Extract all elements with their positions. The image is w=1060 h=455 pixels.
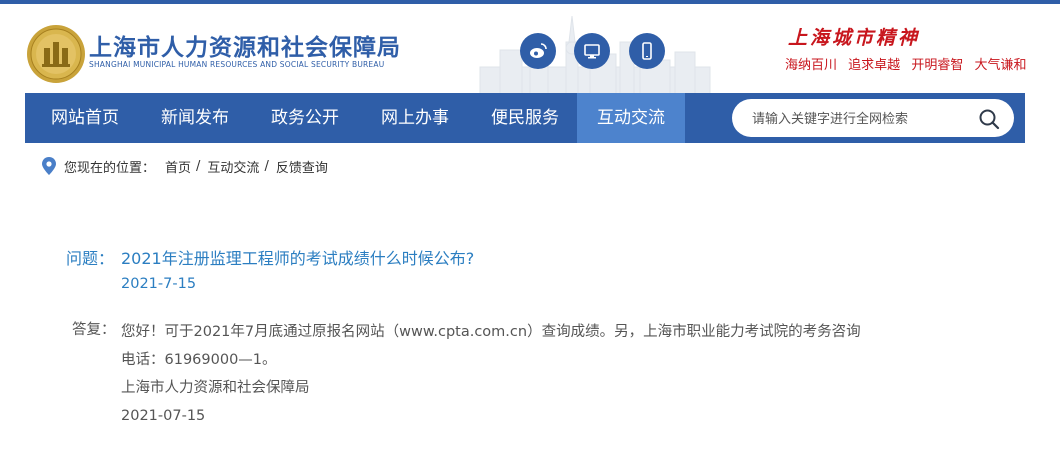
- site-title: 上海市人力资源和社会保障局: [89, 35, 401, 61]
- nav-item-interaction[interactable]: 互动交流: [577, 93, 685, 143]
- breadcrumb: 您现在的位置： 首页 / 互动交流 / 反馈查询: [42, 156, 328, 176]
- breadcrumb-item-interaction[interactable]: 互动交流: [207, 157, 259, 176]
- answer-date: 2021-07-15: [121, 408, 206, 424]
- answer-body: 您好！可于2021年7月底通过原报名网站（www.cpta.com.cn）查询成…: [121, 318, 931, 430]
- breadcrumb-item-feedback[interactable]: 反馈查询: [276, 157, 328, 176]
- search-input[interactable]: [750, 107, 974, 131]
- nav-item-public-services[interactable]: 便民服务: [473, 93, 577, 143]
- spirit-phrase: 海纳百川: [785, 58, 838, 73]
- answer-line: 电话：61969000—1。: [121, 352, 277, 368]
- breadcrumb-separator: /: [264, 158, 269, 174]
- spirit-phrases: 海纳百川 追求卓越 开明睿智 大气谦和: [785, 54, 1033, 73]
- bureau-logo[interactable]: [26, 24, 86, 84]
- location-pin-icon: [42, 157, 56, 175]
- main-nav: 网站首页 新闻发布 政务公开 网上办事 便民服务 互动交流: [25, 93, 1025, 143]
- mobile-icon[interactable]: [629, 33, 665, 69]
- site-subtitle: SHANGHAI MUNICIPAL HUMAN RESOURCES AND S…: [89, 60, 385, 69]
- spirit-phrase: 大气谦和: [974, 58, 1027, 73]
- question-text: 2021年注册监理工程师的考试成绩什么时候公布?: [121, 249, 475, 268]
- search-icon[interactable]: [978, 108, 1000, 130]
- computer-icon[interactable]: [574, 33, 610, 69]
- site-header: 上海市人力资源和社会保障局 SHANGHAI MUNICIPAL HUMAN R…: [0, 4, 1060, 97]
- nav-item-news[interactable]: 新闻发布: [143, 93, 247, 143]
- breadcrumb-item-home[interactable]: 首页: [165, 157, 191, 176]
- spirit-phrase: 追求卓越: [848, 58, 901, 73]
- answer-line: 您好！可于2021年7月底通过原报名网站（www.cpta.com.cn）查询成…: [121, 324, 861, 340]
- nav-item-home[interactable]: 网站首页: [33, 93, 137, 143]
- nav-item-online-services[interactable]: 网上办事: [363, 93, 467, 143]
- search-box: [732, 99, 1014, 137]
- breadcrumb-label: 您现在的位置：: [64, 160, 156, 176]
- answer-signature: 上海市人力资源和社会保障局: [121, 380, 310, 396]
- breadcrumb-separator: /: [196, 158, 201, 174]
- spirit-title: 上海城市精神: [788, 27, 921, 49]
- nav-item-gov-info[interactable]: 政务公开: [253, 93, 357, 143]
- spirit-phrase: 开明睿智: [911, 58, 964, 73]
- question-label: 问题：: [66, 249, 115, 268]
- answer-label: 答复：: [72, 322, 116, 338]
- weibo-icon[interactable]: [520, 33, 556, 69]
- question-date: 2021-7-15: [121, 276, 197, 292]
